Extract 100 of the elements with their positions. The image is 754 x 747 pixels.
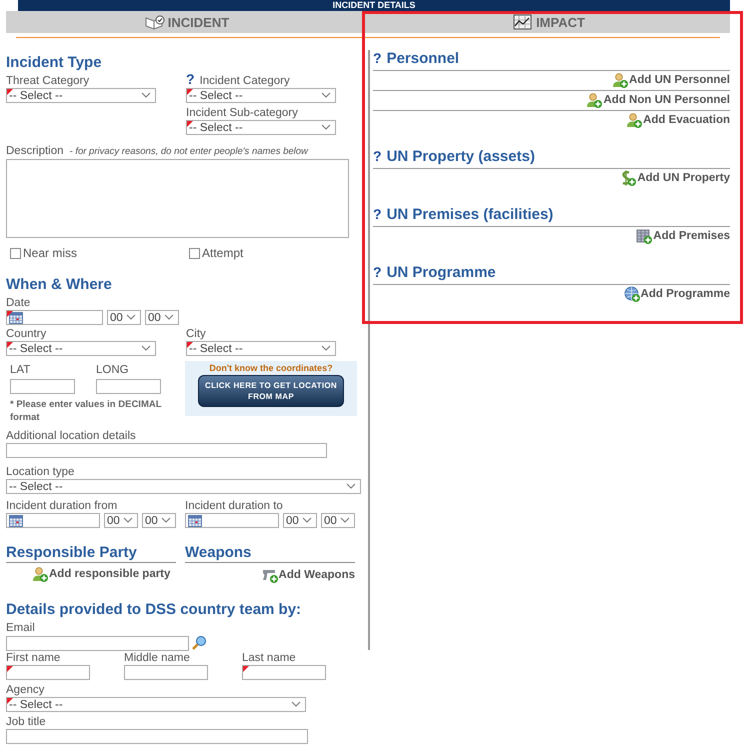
text-field[interactable]	[96, 379, 161, 394]
date-field[interactable]	[6, 513, 100, 528]
map-location-button[interactable]: CLICK HERE TO GET LOCATION FROM MAP	[198, 375, 344, 407]
field-label: Incident duration from	[6, 500, 118, 513]
section-heading: Weapons	[185, 544, 355, 563]
calendar-icon[interactable]	[9, 312, 23, 324]
chart-icon	[513, 14, 534, 30]
text-field[interactable]	[6, 665, 90, 680]
section-heading: UN Property (assets)	[386, 148, 535, 165]
field-label: Email	[6, 622, 36, 635]
hour-select[interactable]: 00	[283, 513, 317, 528]
person-add-icon	[32, 566, 48, 582]
chevron-icon	[321, 345, 331, 352]
field-label: Job title	[6, 716, 47, 729]
pistol-add-icon	[262, 567, 278, 583]
hour-select[interactable]: 00	[104, 513, 138, 528]
calendar-icon[interactable]	[9, 514, 23, 526]
section-heading: Personnel	[386, 50, 460, 67]
field-label: Description	[6, 145, 64, 158]
add-link[interactable]: Add Programme	[624, 286, 730, 302]
field-label: Incident Category	[200, 75, 290, 88]
add-link[interactable]: Add responsible party	[32, 566, 176, 582]
person-add-icon	[612, 72, 628, 88]
book-icon	[144, 14, 165, 30]
person-add-icon	[586, 92, 602, 108]
add-link[interactable]: Add UN Property	[620, 170, 730, 186]
field-label: Incident duration to	[185, 500, 284, 513]
help-icon[interactable]: ?	[373, 264, 382, 280]
section-heading: UN Programme	[386, 264, 496, 281]
chevron-icon	[161, 517, 171, 524]
checkbox[interactable]	[10, 248, 21, 258]
hour-select[interactable]: 00	[107, 310, 141, 325]
text-field[interactable]	[10, 379, 75, 394]
chevron-icon	[291, 701, 301, 708]
field-label: LAT	[10, 364, 32, 377]
section-heading: When & Where	[6, 276, 112, 293]
chevron-icon	[340, 517, 350, 524]
money-add-icon	[620, 170, 636, 186]
checkbox[interactable]	[189, 248, 200, 258]
minute-select[interactable]: 00	[142, 513, 176, 528]
checkbox-label: Attempt	[202, 246, 244, 260]
section-heading: Incident Type	[6, 54, 102, 71]
field-label: Agency	[6, 684, 46, 697]
add-link[interactable]: Add Non UN Personnel	[586, 92, 730, 108]
minute-select[interactable]: 00	[145, 310, 179, 325]
text-field[interactable]	[242, 665, 326, 680]
select-field[interactable]: -- Select --	[186, 120, 336, 135]
chevron-icon	[346, 483, 356, 490]
field-label: City	[186, 328, 207, 341]
select-field[interactable]: -- Select --	[6, 479, 361, 494]
chevron-icon	[164, 314, 174, 321]
chevron-icon	[141, 345, 151, 352]
privacy-note: - for privacy reasons, do not enter people's names below	[70, 146, 308, 157]
field-label: First name	[6, 652, 62, 665]
field-label: Threat Category	[6, 75, 90, 88]
text-field[interactable]	[124, 665, 208, 680]
help-icon[interactable]: ?	[373, 148, 382, 164]
description-field[interactable]	[6, 159, 349, 238]
chevron-icon	[321, 92, 331, 99]
field-label: Incident Sub-category	[186, 107, 299, 120]
person-add-icon	[626, 112, 642, 128]
add-link[interactable]: Add Premises	[636, 228, 730, 244]
field-label: Country	[6, 328, 48, 341]
minute-select[interactable]: 00	[321, 513, 355, 528]
map-prompt: Don't know the coordinates?	[209, 363, 333, 373]
checkbox-label: Near miss	[23, 246, 78, 260]
field-label: Date	[6, 297, 32, 310]
select-field[interactable]: -- Select --	[6, 88, 156, 103]
select-field[interactable]: -- Select --	[6, 697, 306, 712]
add-link[interactable]: Add Weapons	[185, 567, 355, 583]
chevron-icon	[321, 124, 331, 131]
select-field[interactable]: -- Select --	[186, 341, 336, 356]
search-icon[interactable]	[191, 635, 207, 651]
add-link[interactable]: Add Evacuation	[626, 112, 730, 128]
chevron-icon	[302, 517, 312, 524]
chevron-icon	[123, 517, 133, 524]
calendar-icon[interactable]	[188, 514, 202, 526]
field-label: Middle name	[124, 652, 191, 665]
select-field[interactable]: -- Select --	[6, 341, 156, 356]
field-label: Last name	[242, 652, 297, 665]
page-title: INCIDENT DETAILS	[18, 0, 730, 11]
field-label: Location type	[6, 466, 76, 479]
section-heading: Details provided to DSS country team by:	[6, 601, 302, 618]
help-icon[interactable]: ?	[186, 71, 195, 87]
field-label: LONG	[96, 364, 129, 377]
text-field[interactable]	[6, 636, 189, 650]
date-field[interactable]	[6, 310, 103, 325]
help-icon[interactable]: ?	[373, 50, 382, 66]
add-link[interactable]: Add UN Personnel	[612, 72, 730, 88]
chevron-icon	[126, 314, 136, 321]
section-tab[interactable]: INCIDENT	[6, 11, 368, 33]
text-field[interactable]	[6, 443, 327, 458]
select-field[interactable]: -- Select --	[186, 88, 336, 103]
section-heading: UN Premises (facilities)	[386, 206, 554, 223]
text-field[interactable]	[6, 729, 308, 744]
date-field[interactable]	[185, 513, 279, 528]
section-heading: Responsible Party	[6, 544, 176, 563]
field-label: Additional location details	[6, 430, 137, 443]
format-note: * Please enter values in DECIMAL format	[10, 398, 162, 424]
help-icon[interactable]: ?	[373, 206, 382, 222]
